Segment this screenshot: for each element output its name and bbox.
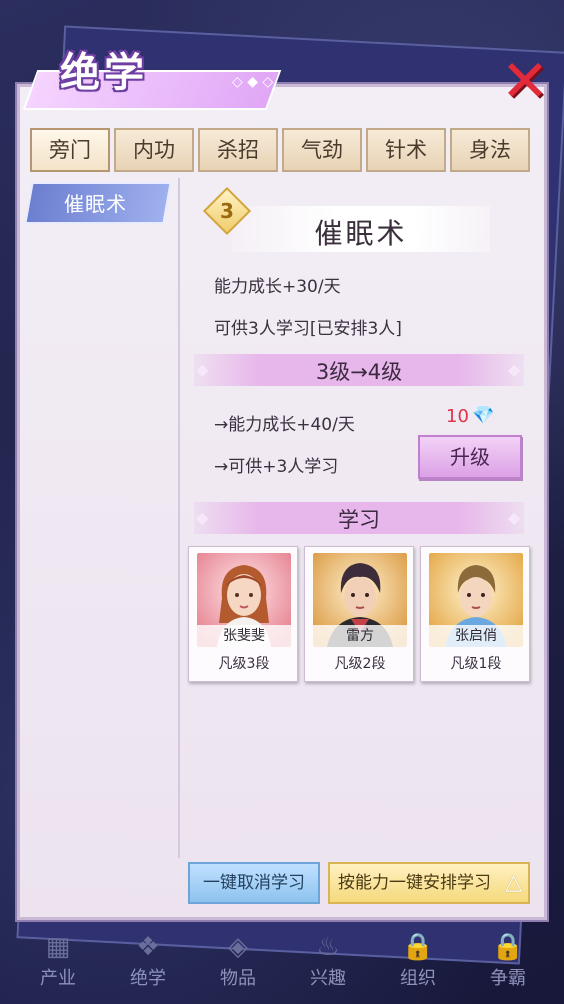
nav-label: 兴趣 bbox=[310, 968, 346, 989]
nav-items[interactable]: ◈ 物品 bbox=[198, 930, 278, 1004]
close-icon: ✕ bbox=[500, 47, 550, 115]
tab-shazhao[interactable]: 杀招 bbox=[198, 128, 278, 172]
tab-neigong[interactable]: 内功 bbox=[114, 128, 194, 172]
cancel-all-learning-button[interactable]: 一键取消学习 bbox=[188, 862, 320, 904]
learner-name: 张斐斐 bbox=[197, 625, 291, 647]
tab-shenfa[interactable]: 身法 bbox=[450, 128, 530, 172]
learner-card[interactable]: 张斐斐 凡级3段 bbox=[188, 546, 298, 682]
sidebar-item-label: 催眠术 bbox=[64, 192, 127, 216]
learner-rank: 凡级2段 bbox=[334, 656, 386, 672]
upgrade-cost: 10 bbox=[446, 406, 469, 427]
tab-qijin[interactable]: 气劲 bbox=[282, 128, 362, 172]
cup-icon: ♨ bbox=[316, 932, 340, 962]
next-growth: →能力成长+40/天 bbox=[214, 415, 355, 435]
building-icon: ▦ bbox=[45, 932, 71, 962]
learners-section-label: 学习 bbox=[338, 508, 380, 532]
learner-name: 张启俏 bbox=[429, 625, 523, 647]
learner-rank: 凡级3段 bbox=[218, 656, 270, 672]
diamond-gem-icon: 💎 bbox=[472, 405, 495, 426]
lock-icon: 🔒 bbox=[491, 932, 525, 962]
nav-skills[interactable]: ❖ 绝学 bbox=[108, 930, 188, 1004]
next-capacity: →可供+3人学习 bbox=[214, 457, 339, 477]
skill-growth: 能力成长+30/天 bbox=[214, 277, 341, 297]
tab-zhenshu[interactable]: 针术 bbox=[366, 128, 446, 172]
nav-label: 产业 bbox=[40, 968, 76, 989]
nav-industry[interactable]: ▦ 产业 bbox=[18, 930, 98, 1004]
nav-label: 绝学 bbox=[130, 968, 166, 989]
nav-label: 物品 bbox=[220, 968, 256, 989]
page-title: 绝学 bbox=[60, 50, 148, 96]
skill-name: 催眠术 bbox=[314, 217, 408, 250]
learner-name: 雷方 bbox=[313, 625, 407, 647]
nav-label: 争霸 bbox=[490, 968, 526, 989]
lock-icon: 🔒 bbox=[401, 932, 435, 962]
title-area: 绝学 ◇ ◆ ◇ bbox=[20, 30, 282, 120]
tab-pangmen[interactable]: 旁门 bbox=[30, 128, 110, 172]
bottom-nav: ▦ 产业 ❖ 绝学 ◈ 物品 ♨ 兴趣 🔒 组织 🔒 争霸 bbox=[0, 930, 564, 1004]
nav-interests[interactable]: ♨ 兴趣 bbox=[288, 930, 368, 1004]
nav-organization[interactable]: 🔒 组织 bbox=[378, 930, 458, 1004]
auto-assign-button[interactable]: 按能力一键安排学习 △ bbox=[328, 862, 530, 904]
skill-capacity: 可供3人学习[已安排3人] bbox=[214, 319, 402, 339]
scroll-icon: ❖ bbox=[136, 932, 160, 962]
warning-triangle-icon: △ bbox=[505, 870, 522, 895]
close-button[interactable]: ✕ bbox=[496, 52, 554, 110]
learner-card[interactable]: 雷方 凡级2段 bbox=[304, 546, 414, 682]
upgrade-button[interactable]: 升级 bbox=[418, 435, 522, 479]
nav-label: 组织 bbox=[400, 968, 436, 989]
learner-card[interactable]: 张启俏 凡级1段 bbox=[420, 546, 530, 682]
auto-assign-label: 按能力一键安排学习 bbox=[338, 873, 491, 893]
learner-rank: 凡级1段 bbox=[450, 656, 502, 672]
bag-icon: ◈ bbox=[228, 932, 248, 962]
nav-contest[interactable]: 🔒 争霸 bbox=[468, 930, 548, 1004]
skill-list: 催眠术 bbox=[24, 178, 180, 858]
decorative-diamonds-icon: ◇ ◆ ◇ bbox=[232, 74, 274, 90]
upgrade-section-label: 3级→4级 bbox=[315, 360, 403, 384]
